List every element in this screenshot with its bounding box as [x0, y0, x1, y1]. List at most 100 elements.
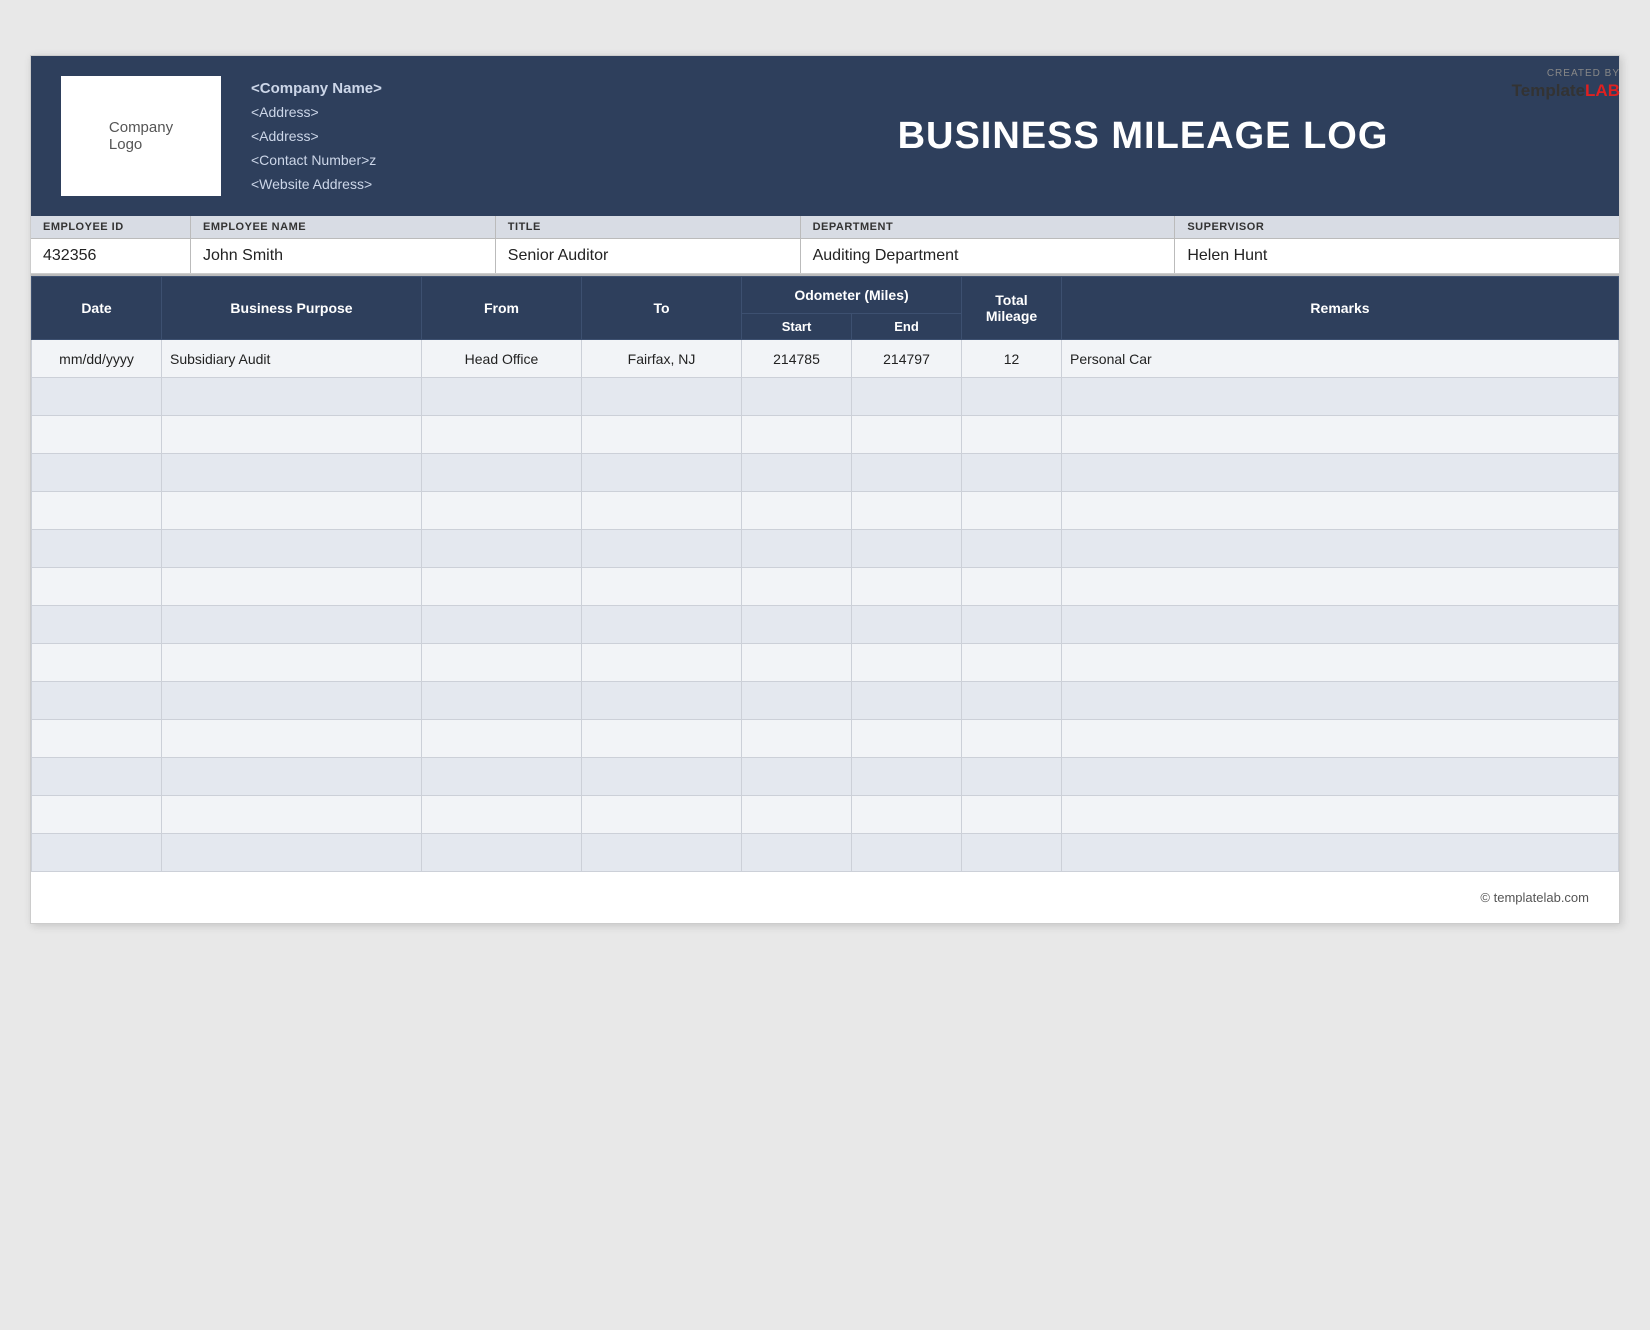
cell-total — [962, 568, 1062, 606]
cell-purpose — [162, 530, 422, 568]
col-header-odo-start: Start — [742, 314, 852, 340]
cell-date — [32, 644, 162, 682]
footer-text: © templatelab.com — [1480, 890, 1589, 905]
cell-to — [582, 758, 742, 796]
cell-to — [582, 530, 742, 568]
cell-odo-end — [852, 834, 962, 872]
employee-supervisor-label: SUPERVISOR — [1175, 216, 1619, 238]
cell-date — [32, 758, 162, 796]
cell-odo-start — [742, 758, 852, 796]
cell-from — [422, 378, 582, 416]
cell-odo-start — [742, 568, 852, 606]
company-contact: <Contact Number>z — [251, 149, 697, 173]
cell-total — [962, 834, 1062, 872]
employee-id-label: EMPLOYEE ID — [31, 216, 191, 238]
cell-from — [422, 606, 582, 644]
cell-odo-end — [852, 568, 962, 606]
cell-remarks — [1062, 834, 1619, 872]
company-address1: <Address> — [251, 101, 697, 125]
employee-title-value: Senior Auditor — [496, 239, 801, 273]
brand-template-text: Template — [1512, 81, 1585, 100]
cell-purpose — [162, 796, 422, 834]
cell-total — [962, 644, 1062, 682]
cell-from — [422, 530, 582, 568]
cell-total — [962, 758, 1062, 796]
table-row — [32, 834, 1619, 872]
cell-date: mm/dd/yyyy — [32, 340, 162, 378]
company-address2: <Address> — [251, 125, 697, 149]
cell-from — [422, 682, 582, 720]
cell-date — [32, 416, 162, 454]
table-row — [32, 492, 1619, 530]
employee-labels-row: EMPLOYEE ID EMPLOYEE NAME TITLE DEPARTME… — [31, 216, 1619, 239]
created-by-label: CREATED BY — [1512, 67, 1620, 80]
cell-remarks — [1062, 644, 1619, 682]
mileage-log-table: Date Business Purpose From To Odometer (… — [31, 276, 1619, 872]
cell-odo-end — [852, 796, 962, 834]
employee-department-value: Auditing Department — [801, 239, 1176, 273]
cell-date — [32, 834, 162, 872]
cell-purpose — [162, 606, 422, 644]
cell-date — [32, 492, 162, 530]
cell-date — [32, 720, 162, 758]
brand-lab-text: LAB — [1585, 81, 1620, 100]
cell-from — [422, 796, 582, 834]
cell-from — [422, 568, 582, 606]
cell-remarks — [1062, 416, 1619, 454]
table-header-row: Date Business Purpose From To Odometer (… — [32, 277, 1619, 314]
cell-to — [582, 606, 742, 644]
cell-odo-end — [852, 606, 962, 644]
cell-from — [422, 416, 582, 454]
cell-from — [422, 720, 582, 758]
table-row — [32, 758, 1619, 796]
cell-total — [962, 720, 1062, 758]
employee-supervisor-value: Helen Hunt — [1175, 239, 1619, 273]
document-wrapper: CompanyLogo <Company Name> <Address> <Ad… — [30, 55, 1620, 924]
cell-purpose — [162, 568, 422, 606]
cell-remarks — [1062, 682, 1619, 720]
cell-remarks — [1062, 530, 1619, 568]
cell-odo-start — [742, 644, 852, 682]
cell-odo-end — [852, 530, 962, 568]
cell-from — [422, 492, 582, 530]
table-row — [32, 454, 1619, 492]
employee-name-value: John Smith — [191, 239, 496, 273]
cell-to — [582, 492, 742, 530]
cell-date — [32, 378, 162, 416]
cell-odo-end — [852, 492, 962, 530]
cell-purpose — [162, 492, 422, 530]
employee-info-section: EMPLOYEE ID EMPLOYEE NAME TITLE DEPARTME… — [31, 216, 1619, 276]
col-header-from: From — [422, 277, 582, 340]
cell-remarks — [1062, 454, 1619, 492]
cell-purpose — [162, 454, 422, 492]
cell-odo-end — [852, 378, 962, 416]
cell-date — [32, 796, 162, 834]
cell-total — [962, 454, 1062, 492]
cell-date — [32, 606, 162, 644]
table-row — [32, 644, 1619, 682]
company-name: <Company Name> — [251, 76, 697, 102]
table-row — [32, 720, 1619, 758]
cell-to — [582, 682, 742, 720]
log-table-body: mm/dd/yyyySubsidiary AuditHead OfficeFai… — [32, 340, 1619, 872]
cell-remarks — [1062, 568, 1619, 606]
cell-odo-start — [742, 378, 852, 416]
employee-name-label: EMPLOYEE NAME — [191, 216, 496, 238]
cell-odo-end — [852, 454, 962, 492]
cell-remarks — [1062, 720, 1619, 758]
cell-purpose — [162, 834, 422, 872]
cell-total — [962, 378, 1062, 416]
cell-total — [962, 796, 1062, 834]
cell-odo-start — [742, 720, 852, 758]
cell-odo-start — [742, 796, 852, 834]
col-header-odo-end: End — [852, 314, 962, 340]
col-header-odometer: Odometer (Miles) — [742, 277, 962, 314]
table-row — [32, 530, 1619, 568]
table-row: mm/dd/yyyySubsidiary AuditHead OfficeFai… — [32, 340, 1619, 378]
cell-to — [582, 644, 742, 682]
cell-remarks — [1062, 492, 1619, 530]
cell-purpose — [162, 416, 422, 454]
employee-department-label: DEPARTMENT — [801, 216, 1176, 238]
cell-date — [32, 568, 162, 606]
cell-total — [962, 606, 1062, 644]
